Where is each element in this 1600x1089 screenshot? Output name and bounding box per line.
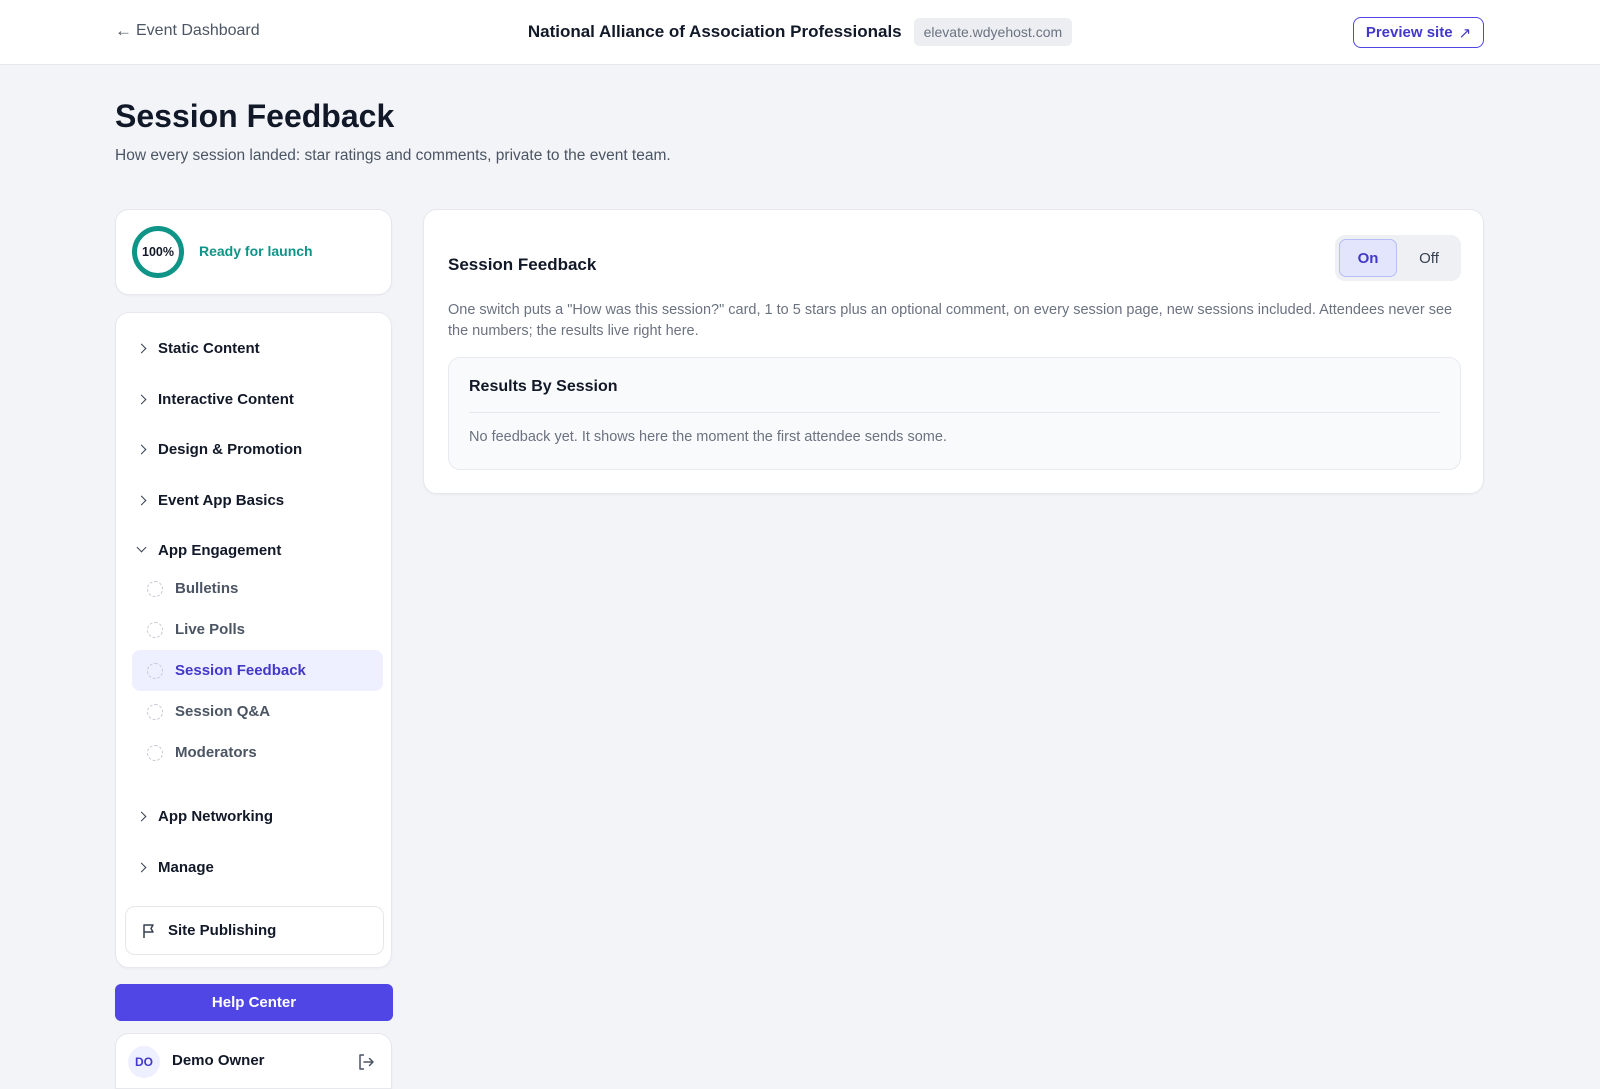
- sidebar-nav: Static Content Interactive Content Desig…: [115, 312, 392, 968]
- sidebar-section-label: Design & Promotion: [158, 440, 303, 458]
- sidebar-section-manage[interactable]: Manage: [136, 852, 214, 882]
- sidebar-section-label: Event App Basics: [158, 491, 285, 509]
- results-title: Results By Session: [469, 378, 618, 395]
- sidebar-section-label: App Engagement: [158, 541, 282, 559]
- sidebar-section-label: Interactive Content: [158, 390, 294, 408]
- chevron-right-icon: [136, 441, 146, 458]
- status-circle-icon: [147, 580, 163, 597]
- external-link-icon: ↗: [1458, 24, 1472, 42]
- sidebar-item-moderators[interactable]: Moderators: [132, 732, 383, 773]
- sidebar-section-label: Manage: [158, 858, 214, 876]
- status-circle-icon: [147, 703, 163, 720]
- panel-title: Session Feedback: [448, 255, 597, 274]
- progress-percent: 100%: [142, 245, 174, 259]
- sidebar-section-app-engagement[interactable]: App Engagement: [136, 535, 281, 565]
- sidebar-section-event-app-basics[interactable]: Event App Basics: [136, 485, 284, 515]
- chevron-right-icon: [136, 391, 146, 408]
- sidebar-item-label: Bulletins: [175, 580, 239, 597]
- org-name: National Alliance of Association Profess…: [527, 22, 902, 41]
- toggle-on-button[interactable]: On: [1339, 239, 1397, 277]
- launch-status-card: 100% Ready for launch: [115, 209, 392, 295]
- site-publishing-button[interactable]: Site Publishing: [125, 906, 384, 955]
- feedback-toggle: On Off: [1335, 235, 1461, 281]
- divider: [469, 412, 1440, 413]
- sidebar-section-static-content[interactable]: Static Content: [136, 333, 260, 363]
- status-circle-icon: [147, 621, 163, 638]
- results-by-session: Results By Session No feedback yet. It s…: [448, 357, 1461, 470]
- chevron-down-icon: [136, 542, 146, 559]
- progress-ring: 100%: [132, 226, 184, 278]
- status-circle-icon: [147, 744, 163, 761]
- user-card: DO Demo Owner: [115, 1033, 392, 1089]
- status-circle-icon: [147, 662, 163, 679]
- sidebar-item-label: Session Feedback: [175, 662, 306, 679]
- preview-site-button[interactable]: Preview site ↗: [1353, 17, 1484, 48]
- sidebar-section-app-networking[interactable]: App Networking: [136, 801, 273, 831]
- top-bar: ← Event Dashboard National Alliance of A…: [0, 0, 1600, 65]
- user-name: Demo Owner: [172, 1052, 265, 1069]
- site-publishing-label: Site Publishing: [168, 922, 277, 939]
- sidebar-item-session-feedback[interactable]: Session Feedback: [132, 650, 383, 691]
- sidebar-item-label: Moderators: [175, 744, 257, 761]
- results-empty-message: No feedback yet. It shows here the momen…: [469, 429, 947, 445]
- panel-description: One switch puts a "How was this session?…: [448, 302, 1453, 339]
- chevron-right-icon: [136, 859, 146, 876]
- sidebar-section-interactive-content[interactable]: Interactive Content: [136, 384, 294, 414]
- sidebar-item-bulletins[interactable]: Bulletins: [132, 568, 383, 609]
- flag-icon: [143, 923, 154, 938]
- domain-badge: elevate.wdyehost.com: [913, 18, 1073, 46]
- help-center-button[interactable]: Help Center: [115, 984, 393, 1021]
- page-title: Session Feedback: [115, 98, 395, 134]
- launch-status-text: Ready for launch: [199, 243, 313, 259]
- chevron-right-icon: [136, 340, 146, 357]
- preview-site-label: Preview site: [1365, 24, 1453, 41]
- session-feedback-panel: Session Feedback On Off One switch puts …: [423, 209, 1484, 494]
- sidebar-section-design-promotion[interactable]: Design & Promotion: [136, 434, 302, 464]
- sidebar-item-session-qa[interactable]: Session Q&A: [132, 691, 383, 732]
- sidebar-section-label: Static Content: [158, 339, 260, 357]
- sidebar-item-label: Session Q&A: [175, 703, 271, 720]
- sidebar-item-live-polls[interactable]: Live Polls: [132, 609, 383, 650]
- chevron-right-icon: [136, 492, 146, 509]
- toggle-off-button[interactable]: Off: [1401, 239, 1457, 277]
- logout-icon[interactable]: [356, 1052, 376, 1072]
- sidebar-section-label: App Networking: [158, 807, 273, 825]
- page-subtitle: How every session landed: star ratings a…: [115, 147, 671, 164]
- chevron-right-icon: [136, 808, 146, 825]
- sidebar-item-label: Live Polls: [175, 621, 246, 638]
- avatar: DO: [128, 1046, 160, 1078]
